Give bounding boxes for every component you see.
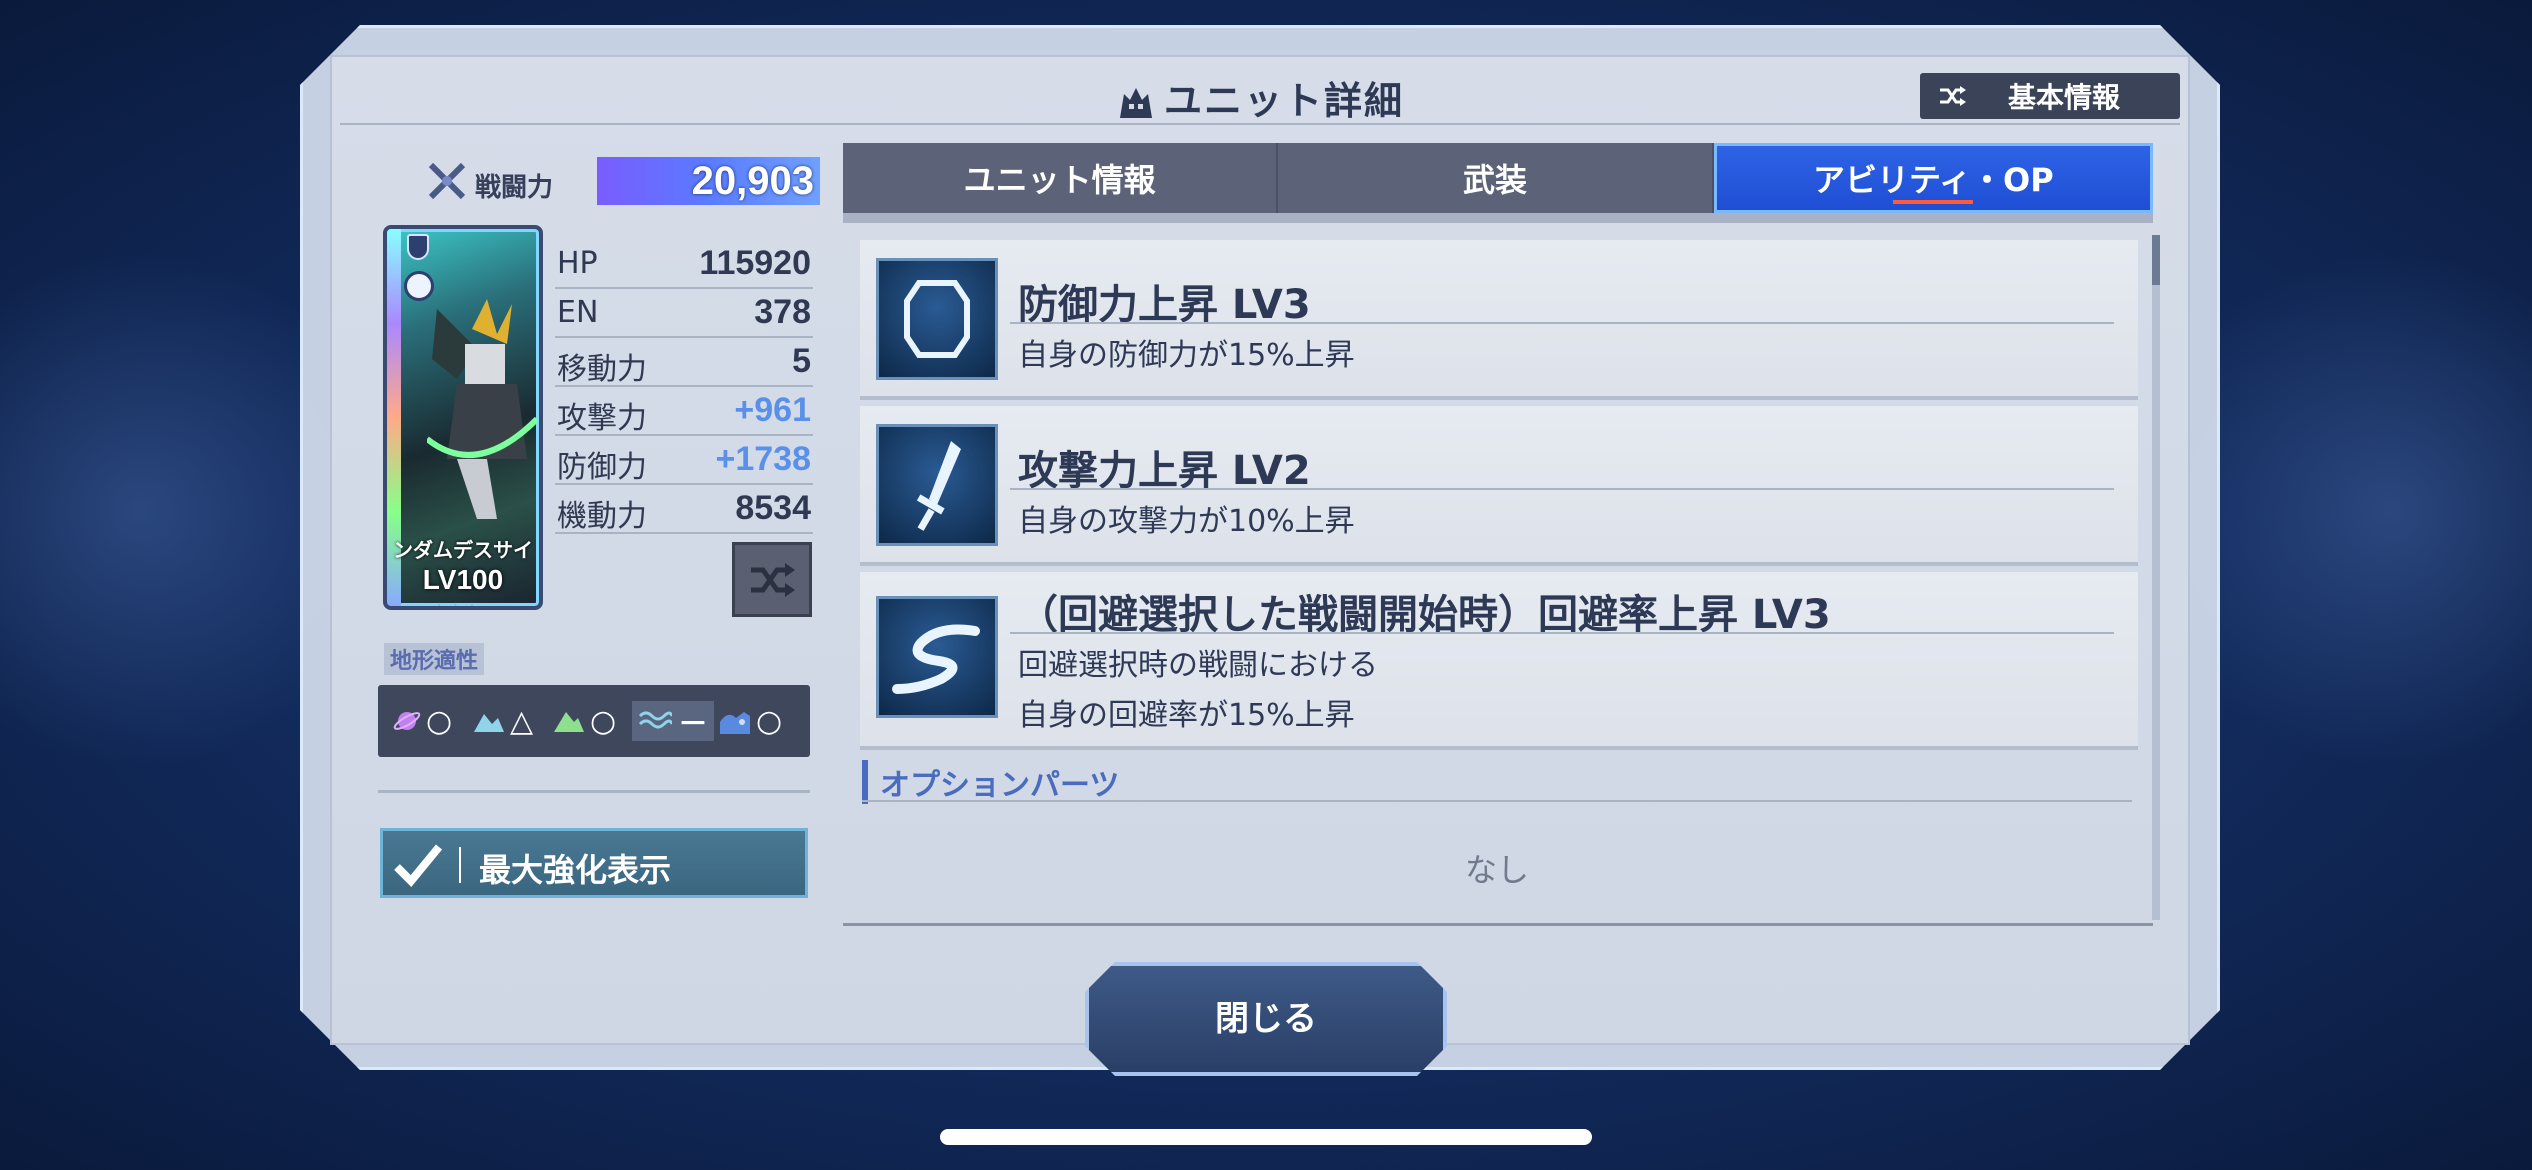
ability-description: 自身の攻撃力が10%上昇: [1018, 504, 1355, 539]
stat-row-en: EN 378: [555, 289, 813, 338]
unit-portrait: [427, 299, 537, 519]
terrain-item-water: －: [632, 701, 714, 742]
close-button[interactable]: 閉じる: [1085, 962, 1447, 1076]
stat-row-hp: HP 115920: [555, 240, 813, 289]
active-tab-indicator: [1893, 200, 1974, 204]
page-title-text: ユニット詳細: [1163, 79, 1404, 123]
basic-info-label: 基本情報: [2008, 81, 2121, 114]
ability-description: 自身の回避率が15%上昇: [1018, 698, 1355, 733]
crossed-swords-icon: [428, 162, 466, 200]
ability-divider: [1010, 632, 2114, 634]
unit-head-icon: [1119, 88, 1152, 118]
scrollbar-thumb[interactable]: [2152, 235, 2160, 285]
unit-name: ンダムデスサイ: [393, 538, 533, 562]
terrain-rating: －: [678, 707, 708, 742]
ability-description: 回避選択時の戦闘における: [1018, 648, 1378, 683]
stat-label: HP: [557, 246, 598, 281]
ability-item: 攻撃力上昇 LV2 自身の攻撃力が10%上昇: [860, 406, 2138, 566]
unit-card[interactable]: ンダムデスサイ LV100 ★★★: [383, 225, 543, 610]
stat-label: EN: [557, 295, 599, 330]
stat-label: 防御力: [557, 450, 647, 485]
shield-icon: [876, 258, 998, 380]
space-icon: [393, 712, 421, 730]
tab-abilities[interactable]: アビリティ・OP: [1713, 143, 2153, 213]
air-icon: [474, 714, 504, 732]
tab-bar: ユニット情報 武装 アビリティ・OP: [843, 143, 2153, 213]
combat-power-value: 20,903: [597, 157, 820, 205]
shuffle-icon: [751, 562, 795, 597]
underwater-icon: [720, 712, 750, 734]
divider: [378, 790, 810, 793]
stat-value: 115920: [699, 244, 811, 282]
stats-list: HP 115920 EN 378 移動力 5 攻撃力 +961 防御力 +173…: [555, 240, 813, 534]
tab-label: 武装: [1462, 161, 1527, 199]
stat-row-movement: 移動力 5: [555, 338, 813, 387]
divider: [862, 800, 2132, 802]
shield-badge-icon: [407, 234, 429, 260]
stat-value: +961: [734, 391, 811, 429]
rarity-stars: ★★★: [432, 599, 482, 610]
terrain-item-underwater: ○: [718, 701, 782, 741]
tab-label: アビリティ・OP: [1812, 161, 2054, 199]
ability-list[interactable]: 防御力上昇 LV3 自身の防御力が15%上昇 攻撃力上昇 LV2 自身の攻撃力が…: [860, 240, 2138, 756]
max-enhance-toggle[interactable]: 最大強化表示: [380, 828, 808, 898]
terrain-rating: △: [510, 703, 534, 739]
ability-item: 防御力上昇 LV3 自身の防御力が15%上昇: [860, 240, 2138, 400]
option-parts-header: オプションパーツ: [862, 760, 1119, 804]
terrain-rating: ○: [756, 703, 783, 739]
terrain-item-air: △: [472, 701, 533, 741]
home-indicator[interactable]: [940, 1129, 1592, 1145]
terrain-rating: ○: [426, 703, 453, 739]
option-parts-empty: なし: [1464, 851, 1529, 889]
combat-power: 戦闘力 20,903: [425, 155, 820, 207]
ground-icon: [554, 712, 584, 732]
stat-value: 378: [754, 293, 811, 331]
shuffle-icon: [1940, 86, 1966, 106]
water-icon: [638, 711, 672, 729]
tab-label: ユニット情報: [963, 161, 1156, 199]
ability-divider: [1010, 322, 2114, 324]
stat-row-defense: 防御力 +1738: [555, 436, 813, 485]
sword-icon: [876, 424, 998, 546]
stat-row-attack: 攻撃力 +961: [555, 387, 813, 436]
evade-icon: [876, 596, 998, 718]
terrain-rating: ○: [590, 703, 617, 739]
stat-row-mobility: 機動力 8534: [555, 485, 813, 534]
ability-divider: [1010, 488, 2114, 490]
close-button-label: 閉じる: [1215, 999, 1317, 1039]
ability-item: （回避選択した戦闘開始時）回避率上昇 LV3 回避選択時の戦闘における 自身の回…: [860, 572, 2138, 750]
tab-weapons[interactable]: 武装: [1278, 143, 1714, 213]
terrain-item-space: ○: [392, 701, 452, 741]
stat-label: 機動力: [557, 499, 647, 534]
separator: [459, 847, 461, 883]
swap-unit-button[interactable]: [732, 542, 812, 617]
tab-bar-underline: [843, 213, 2153, 223]
checkmark-icon: [394, 844, 443, 887]
terrain-title: 地形適性: [384, 643, 485, 675]
page-title: ユニット詳細: [340, 70, 2180, 125]
stat-value: +1738: [715, 440, 812, 478]
divider: [843, 923, 2153, 926]
stat-value: 8534: [735, 489, 811, 527]
dialog-header: ユニット詳細 基本情報: [340, 65, 2180, 125]
basic-info-button[interactable]: 基本情報: [1920, 73, 2180, 119]
stat-label: 攻撃力: [557, 401, 647, 436]
max-enhance-label: 最大強化表示: [479, 851, 672, 889]
combat-power-label: 戦闘力: [475, 173, 554, 203]
terrain-panel: ○ △ ○ － ○: [378, 685, 810, 757]
unit-level: LV100: [422, 564, 504, 595]
stat-label: 移動力: [557, 352, 647, 387]
scrollbar-track[interactable]: [2152, 235, 2160, 920]
stat-value: 5: [792, 342, 811, 380]
tab-unit-info[interactable]: ユニット情報: [843, 143, 1279, 213]
ability-description: 自身の防御力が15%上昇: [1018, 338, 1355, 373]
terrain-item-ground: ○: [552, 701, 616, 741]
